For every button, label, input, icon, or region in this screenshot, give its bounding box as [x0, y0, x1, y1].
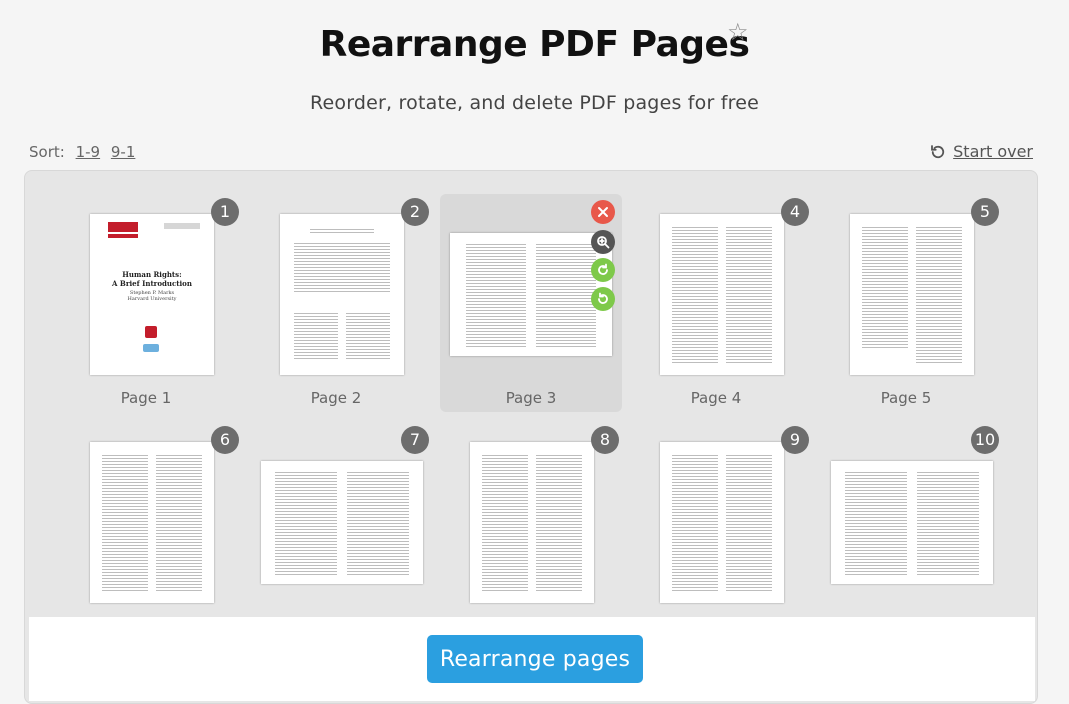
page-preview [470, 442, 594, 603]
page-thumbnail-2[interactable]: 2 Page 2 [245, 194, 429, 412]
page-thumbnail-5[interactable]: 5 Page 5 [815, 194, 999, 412]
page-label: Page 2 [310, 389, 362, 407]
page-preview [660, 442, 784, 603]
sort-ascending-link[interactable]: 1-9 [76, 143, 101, 161]
page-thumbnail-10[interactable]: 10 [815, 422, 999, 640]
page-number-badge: 10 [971, 426, 999, 454]
page-grid: Human Rights: A Brief Introduction Stephe… [25, 171, 1037, 621]
page-label: Page 5 [880, 389, 932, 407]
page-thumbnail-6[interactable]: 6 [55, 422, 239, 640]
page-number-badge: 7 [401, 426, 429, 454]
page-thumbnail-3[interactable]: Page 3 [440, 194, 622, 412]
rotate-clockwise-button[interactable] [591, 258, 615, 282]
page-thumbnail-4[interactable]: 4 Page 4 [625, 194, 809, 412]
sort-bar: Sort: 1-9 9-1 [29, 143, 135, 161]
start-over-label: Start over [953, 142, 1033, 161]
page-thumbnail-1[interactable]: Human Rights: A Brief Introduction Stephe… [55, 194, 239, 412]
start-over-link[interactable]: Start over [929, 142, 1033, 161]
page-thumbnail-7[interactable]: 7 [245, 422, 429, 640]
page-preview [261, 461, 423, 584]
rearrange-pages-button[interactable]: Rearrange pages [427, 635, 643, 683]
rotate-counterclockwise-button[interactable] [591, 287, 615, 311]
sort-descending-link[interactable]: 9-1 [111, 143, 136, 161]
restart-icon [931, 144, 945, 158]
page-header: Rearrange PDF Pages [0, 22, 1069, 68]
page-label: Page 3 [505, 389, 557, 407]
cover-author: Stephen P. Marks Harvard University [127, 290, 177, 302]
sort-label: Sort: [29, 143, 65, 161]
page-number-badge: 5 [971, 198, 999, 226]
zoom-in-icon [597, 236, 610, 249]
page-label: Page 4 [690, 389, 742, 407]
page-number-badge: 9 [781, 426, 809, 454]
page-number-badge: 6 [211, 426, 239, 454]
rotate-clockwise-icon [598, 263, 608, 275]
page-thumbnail-9[interactable]: 9 [625, 422, 809, 640]
page-preview: Human Rights: A Brief Introduction Stephe… [90, 214, 214, 375]
page-preview [450, 233, 612, 356]
rotate-counterclockwise-icon [598, 292, 608, 304]
page-number-badge: 8 [591, 426, 619, 454]
page-subtitle: Reorder, rotate, and delete PDF pages fo… [309, 92, 760, 114]
page-thumbnail-8[interactable]: 8 [435, 422, 619, 640]
page-preview [90, 442, 214, 603]
page-number-badge: 2 [401, 198, 429, 226]
page-preview [660, 214, 784, 375]
delete-page-button[interactable] [591, 200, 615, 224]
page-number-badge: 4 [781, 198, 809, 226]
cover-title: Human Rights: A Brief Introduction [112, 270, 192, 288]
page-number-badge: 1 [211, 198, 239, 226]
page-preview [850, 214, 974, 375]
close-icon [598, 207, 608, 217]
page-preview [831, 461, 993, 584]
action-bar: Rearrange pages [29, 617, 1035, 701]
page-label: Page 1 [120, 389, 172, 407]
page-preview [280, 214, 404, 375]
zoom-page-button[interactable] [591, 230, 615, 254]
page-workspace: Human Rights: A Brief Introduction Stephe… [24, 170, 1038, 704]
star-icon[interactable]: ☆ [727, 20, 749, 44]
page-title: Rearrange PDF Pages [319, 24, 750, 65]
